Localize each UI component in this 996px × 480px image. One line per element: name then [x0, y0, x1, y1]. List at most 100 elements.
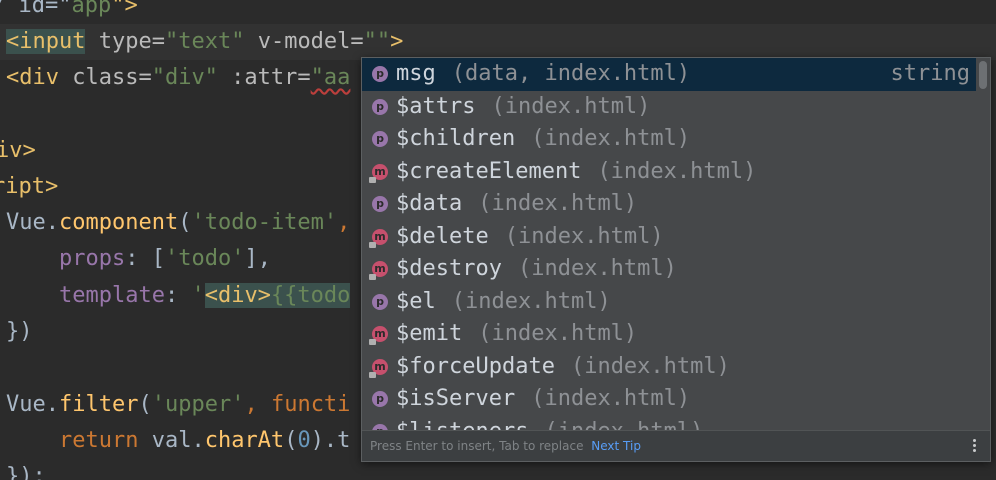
code-token: :attr= [217, 65, 311, 90]
completion-item[interactable]: m $delete (index.html) [362, 221, 976, 254]
code-line[interactable]: / id="app"> [0, 0, 996, 24]
method-icon: m [369, 261, 388, 280]
code-token: : [ [125, 246, 165, 271]
popup-footer: Press Enter to insert, Tab to replace Ne… [362, 430, 990, 461]
completion-name: $createElement (index.html) [396, 158, 757, 184]
completion-name: $el (index.html) [396, 288, 611, 314]
completion-item[interactable]: m $createElement (index.html) [362, 156, 976, 189]
property-icon: p [372, 196, 388, 212]
completion-location: (index.html) [544, 419, 703, 431]
completion-location: (index.html) [517, 256, 677, 281]
code-token: : [164, 283, 192, 308]
completion-location: (index.html) [531, 386, 691, 411]
code-token: ( [138, 392, 152, 417]
code-token: {{todo [270, 283, 351, 308]
autocomplete-popup[interactable]: p msg (data, index.html) string p $attrs (inde… [361, 57, 991, 462]
completion-location: (index.html) [504, 223, 664, 249]
code-token: / id=" [0, 0, 72, 18]
code-token: iv> [0, 138, 36, 163]
completion-location: (index.html) [597, 158, 757, 184]
completion-item[interactable]: p msg (data, index.html) string [362, 58, 976, 91]
code-token: class= [58, 65, 152, 90]
code-token: }) [6, 319, 33, 344]
code-token: ).t [310, 428, 351, 453]
next-tip-link[interactable]: Next Tip [591, 439, 641, 453]
code-token: 0 [297, 428, 311, 453]
completion-item[interactable]: p $children (index.html) [362, 123, 976, 156]
code-token: . [45, 392, 59, 417]
code-token: ( [284, 428, 298, 453]
code-editor[interactable]: / id="app"><input type="text" v-model=""… [0, 0, 996, 480]
code-token: ript> [0, 174, 59, 199]
code-token: filter [59, 392, 139, 417]
code-token: , [337, 210, 351, 235]
popup-scrollbar[interactable] [979, 61, 987, 89]
completion-name: $destroy (index.html) [396, 256, 677, 281]
completion-name: $children (index.html) [396, 126, 691, 151]
code-token: "" [363, 29, 391, 54]
code-token: Vue [6, 210, 46, 235]
code-token: 'todo' [164, 246, 245, 271]
completion-item[interactable]: p$listeners(index.html) [362, 416, 976, 431]
code-line[interactable]: }); [0, 459, 996, 480]
code-token: type= [85, 29, 165, 54]
completion-name: $delete (index.html) [396, 223, 664, 249]
code-token: ' [191, 283, 205, 308]
lock-icon [369, 274, 376, 280]
completion-name: $isServer (index.html) [396, 386, 691, 411]
completion-item[interactable]: m $destroy (index.html) [362, 253, 976, 286]
code-token: component [59, 210, 179, 235]
completion-item[interactable]: p $el (index.html) [362, 286, 976, 319]
code-token: template [6, 283, 165, 308]
footer-hint: Press Enter to insert, Tab to replace [370, 439, 584, 453]
completion-item[interactable]: p $data (index.html) [362, 188, 976, 221]
code-token: app [71, 0, 112, 18]
completion-name: msg (data, index.html) [396, 61, 691, 86]
code-token: "div" [151, 65, 218, 90]
code-token: 'upper' [151, 392, 245, 417]
completion-location: (index.html) [478, 191, 638, 216]
code-token: "aa [310, 65, 351, 90]
code-token: <input [6, 29, 86, 54]
method-icon: m [369, 228, 388, 248]
code-token: charAt [204, 428, 285, 453]
completion-item[interactable]: p $attrs (index.html) [362, 91, 976, 124]
code-token: > [390, 29, 404, 54]
completion-name: $forceUpdate (index.html) [396, 353, 730, 379]
completion-type: string [890, 61, 970, 86]
completion-name: $listeners(index.html) [396, 416, 703, 431]
completion-item[interactable]: m $forceUpdate (index.html) [362, 351, 976, 384]
property-icon: p [372, 98, 388, 115]
code-token: 'todo-item' [191, 210, 338, 235]
code-token: v-model= [257, 29, 364, 54]
lock-icon [369, 371, 376, 378]
kebab-menu-icon[interactable] [972, 439, 976, 453]
completion-item[interactable]: p $isServer (index.html) [362, 383, 976, 416]
completion-location: (index.html) [570, 353, 730, 379]
lock-icon [369, 339, 376, 345]
completion-location: (index.html) [491, 93, 651, 119]
code-token: <div [6, 65, 59, 90]
code-token: val. [138, 428, 205, 453]
code-token: Vue [6, 392, 46, 417]
code-token: , [244, 392, 271, 417]
code-token: . [45, 210, 59, 235]
completion-item[interactable]: m $emit (index.html) [362, 318, 976, 351]
property-icon: p [372, 66, 388, 82]
code-token: <div> [204, 283, 271, 308]
completion-name: $data (index.html) [396, 191, 638, 216]
method-icon: m [369, 326, 388, 345]
completion-list[interactable]: p msg (data, index.html) string p $attrs (inde… [362, 58, 976, 430]
property-icon: p [372, 131, 388, 147]
code-line[interactable]: <input type="text" v-model=""> [0, 24, 996, 60]
completion-name: $emit (index.html) [396, 321, 638, 346]
completion-location: (data, index.html) [451, 61, 691, 86]
code-token: }); [6, 464, 46, 480]
code-token: "> [111, 0, 138, 18]
lock-icon [369, 176, 376, 183]
completion-location: (index.html) [451, 288, 611, 314]
property-icon: p [372, 293, 388, 310]
code-token: "text" [164, 29, 245, 54]
